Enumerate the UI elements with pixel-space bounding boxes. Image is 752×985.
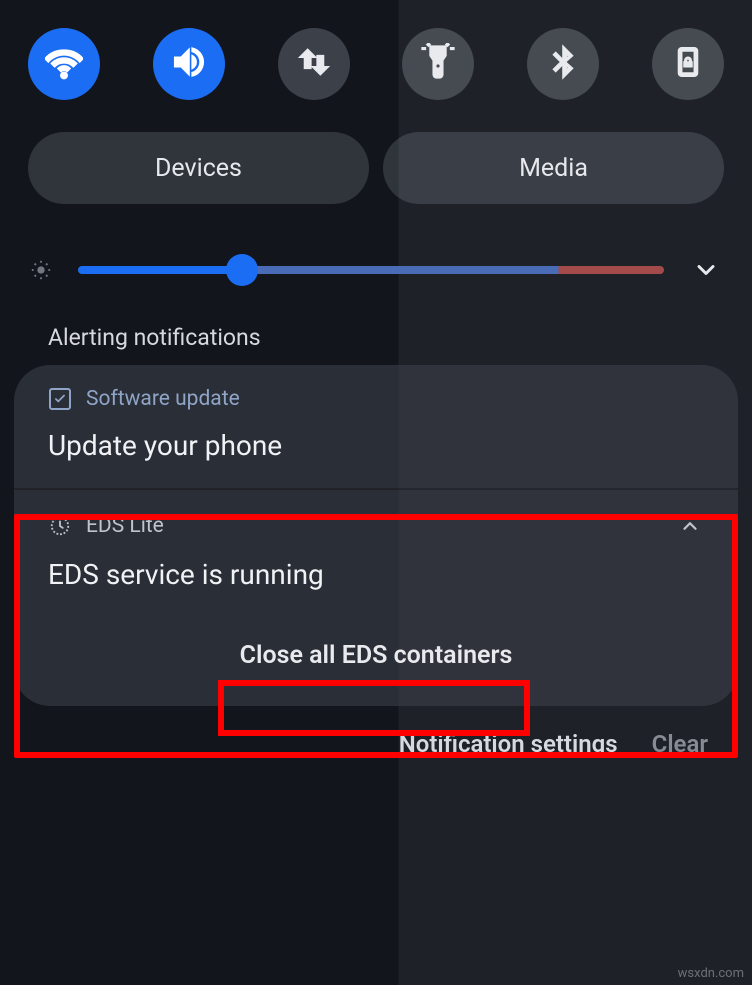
bluetooth-icon (544, 43, 582, 85)
clock-icon (48, 514, 72, 538)
sound-tile[interactable] (153, 28, 225, 100)
pill-row: Devices Media (0, 120, 752, 222)
notification-title: EDS service is running (48, 558, 704, 591)
notification-card-eds-lite[interactable]: EDS Lite EDS service is running Close al… (14, 490, 738, 706)
notification-app-name: EDS Lite (86, 514, 164, 538)
quick-settings-row (0, 20, 752, 120)
notification-title: Update your phone (48, 429, 704, 462)
alerting-section-label: Alerting notifications (0, 322, 752, 365)
collapse-chevron-icon[interactable] (676, 512, 704, 540)
notification-header: Software update (48, 387, 704, 411)
notification-settings-button[interactable]: Notification settings (399, 730, 618, 758)
lock-portrait-icon (669, 43, 707, 85)
notification-footer: Notification settings Clear (0, 706, 752, 758)
checkbox-icon (48, 387, 72, 411)
brightness-slider-thumb[interactable] (226, 254, 258, 286)
bluetooth-tile[interactable] (527, 28, 599, 100)
notification-card-software-update[interactable]: Software update Update your phone (14, 365, 738, 488)
notification-app-name: Software update (86, 387, 240, 411)
brightness-low-icon (28, 257, 54, 283)
notification-group: Software update Update your phone EDS Li… (14, 365, 738, 706)
speaker-icon (170, 43, 208, 85)
rotation-lock-tile[interactable] (652, 28, 724, 100)
wifi-icon (45, 43, 83, 85)
close-all-eds-containers-button[interactable]: Close all EDS containers (226, 633, 527, 678)
brightness-row (0, 222, 752, 322)
media-pill[interactable]: Media (383, 132, 724, 204)
watermark: wsxdn.com (678, 966, 744, 981)
flashlight-icon (419, 43, 457, 85)
devices-pill[interactable]: Devices (28, 132, 369, 204)
wifi-tile[interactable] (28, 28, 100, 100)
clear-notifications-button[interactable]: Clear (652, 730, 708, 758)
expand-quick-settings-chevron[interactable] (688, 252, 724, 288)
flashlight-tile[interactable] (402, 28, 474, 100)
notification-header: EDS Lite (48, 512, 704, 540)
data-transfer-tile[interactable] (278, 28, 350, 100)
brightness-slider[interactable] (78, 266, 664, 274)
data-arrows-icon (295, 43, 333, 85)
